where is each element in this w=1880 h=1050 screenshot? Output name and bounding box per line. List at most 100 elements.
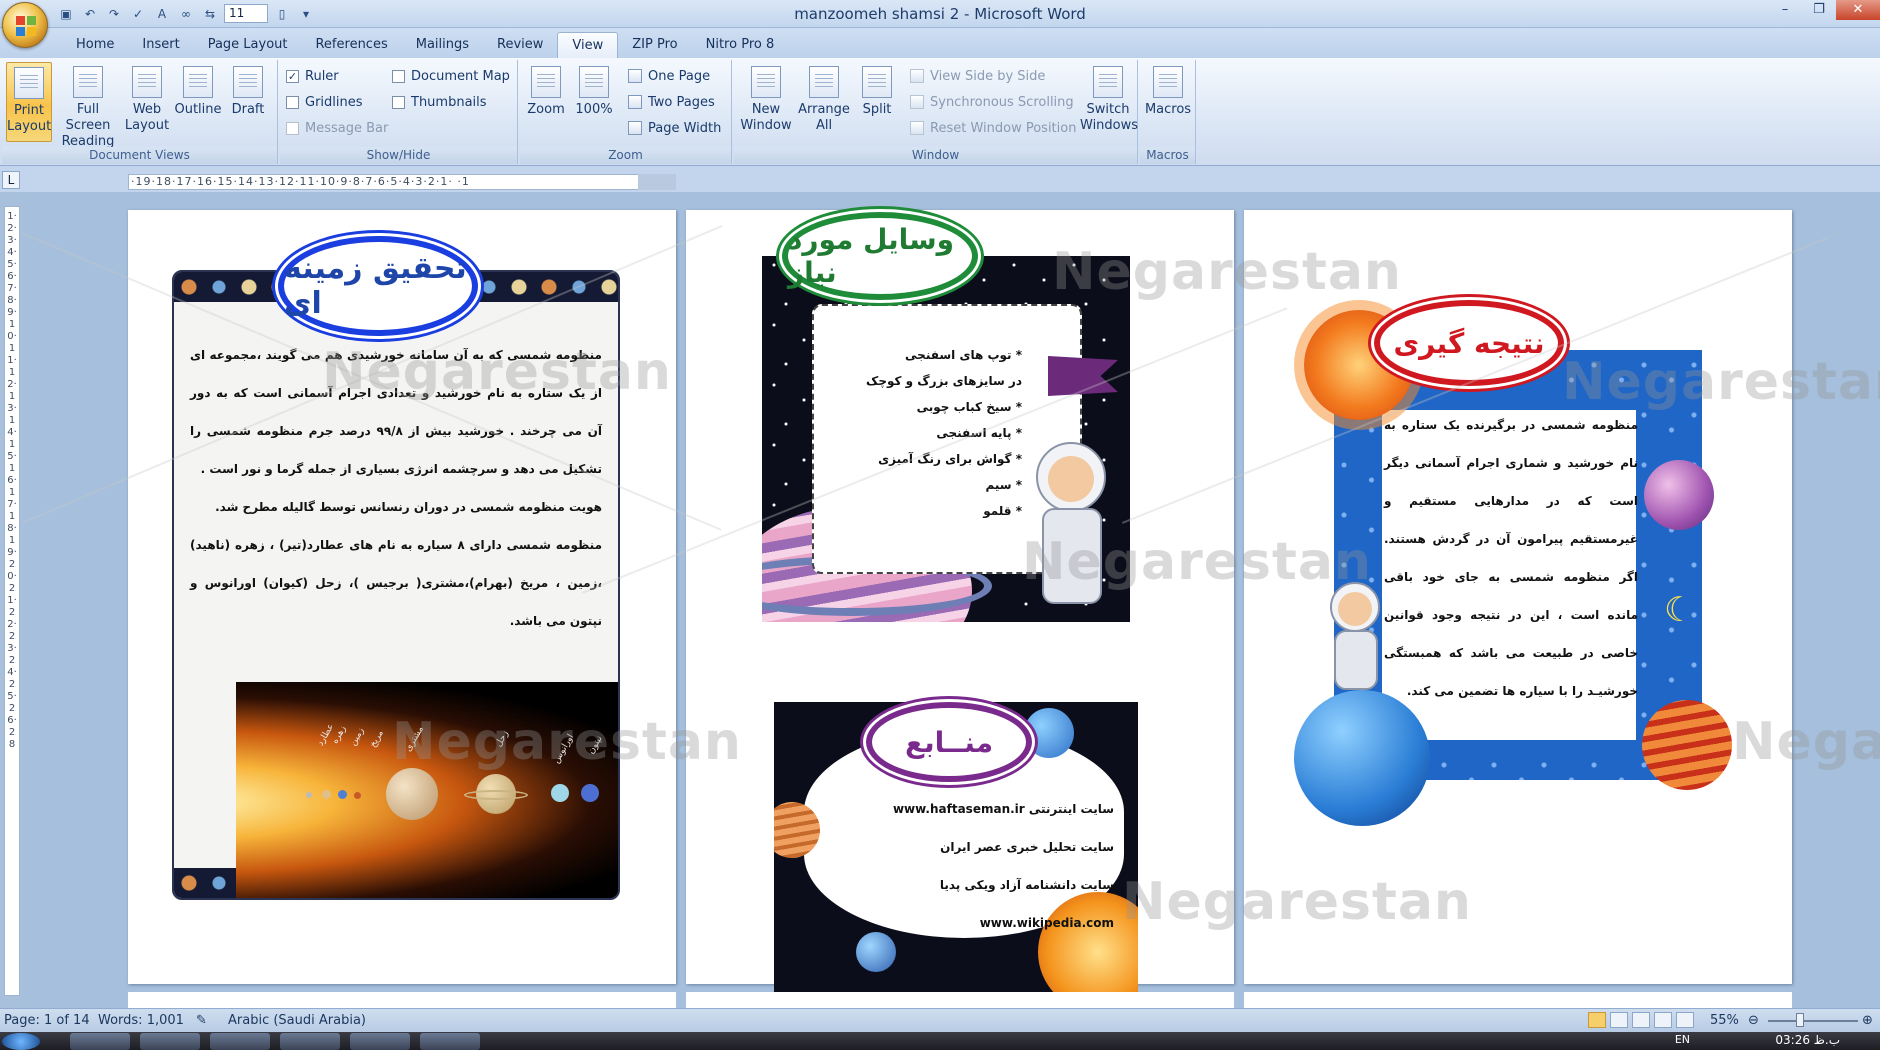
gridlines-label: Gridlines: [305, 94, 363, 110]
reference-item: سایت اینترنتی www.haftaseman.ir: [892, 802, 1114, 816]
gridlines-checkbox[interactable]: Gridlines: [286, 92, 363, 112]
full-screen-reading-button[interactable]: Full Screen Reading: [56, 62, 120, 149]
switch-windows-button[interactable]: Switch Windows: [1080, 62, 1139, 142]
view-side-by-side-button[interactable]: View Side by Side: [910, 66, 1045, 86]
document-area[interactable]: عطارد زهره زمین مریخ مشتری زحل اورانوس ن…: [22, 192, 1880, 1008]
print-layout-icon: [14, 67, 44, 99]
astronaut-body: [1042, 508, 1102, 604]
taskbar-item[interactable]: [70, 1033, 130, 1050]
tab-home[interactable]: Home: [62, 32, 128, 58]
draft-button[interactable]: Draft: [226, 62, 270, 142]
document-map-check-icon: [392, 69, 405, 83]
taskbar-item[interactable]: [350, 1033, 410, 1050]
office-logo-icon: [16, 16, 36, 36]
draft-label: Draft: [231, 102, 265, 117]
print-layout-button[interactable]: Print Layout: [6, 62, 52, 142]
uranus-planet: [551, 784, 569, 802]
zoom-level[interactable]: 55%: [1710, 1013, 1739, 1028]
tab-page-layout[interactable]: Page Layout: [194, 32, 302, 58]
new-window-button[interactable]: New Window: [738, 62, 794, 142]
tools-list-item: * سیم: [985, 478, 1022, 492]
ruler-checkbox[interactable]: ✓ Ruler: [286, 66, 339, 86]
horizontal-ruler[interactable]: ·19·18·17·16·15·14·13·12·11·10·9·8·7·6·5…: [128, 174, 676, 190]
references-heading: منــابع: [866, 702, 1032, 782]
zoom-slider[interactable]: [1768, 1020, 1858, 1022]
taskbar-item[interactable]: [420, 1033, 480, 1050]
tab-stop-selector[interactable]: L: [2, 171, 20, 189]
page-3[interactable]: ☾ نتیجه گیری منظومه شمسی در برگیرنده یک …: [1244, 210, 1792, 984]
switch-windows-label: Switch Windows: [1080, 102, 1139, 133]
macros-icon: [1153, 66, 1183, 98]
outline-view-icon[interactable]: [1654, 1012, 1672, 1028]
tab-zip-pro[interactable]: ZIP Pro: [618, 32, 691, 58]
message-bar-checkbox[interactable]: Message Bar: [286, 118, 388, 138]
two-pages-button[interactable]: Two Pages: [628, 92, 715, 112]
zoom-button[interactable]: Zoom: [524, 62, 568, 142]
word-count[interactable]: Words: 1,001: [98, 1013, 184, 1028]
vertical-ruler[interactable]: 1·2·3·4·5·6·7·8·9·10·11·12·13·14·15·16·1…: [4, 206, 20, 996]
close-icon[interactable]: ✕: [1836, 0, 1880, 20]
message-bar-label: Message Bar: [305, 120, 389, 136]
one-page-button[interactable]: One Page: [628, 66, 710, 86]
group-zoom: Zoom 100% One Page Two Pages Page Width …: [520, 60, 732, 164]
tab-view[interactable]: View: [557, 32, 619, 58]
print-layout-view-icon[interactable]: [1588, 1012, 1606, 1028]
astronaut-body: [1334, 630, 1378, 690]
tab-insert[interactable]: Insert: [128, 32, 193, 58]
mars-planet: [354, 792, 361, 799]
split-icon: [862, 66, 892, 98]
page-2[interactable]: وسایل مورد نیاز * توپ های اسفنجی در سایز…: [686, 210, 1234, 992]
start-button[interactable]: [2, 1033, 40, 1050]
maximize-icon[interactable]: ❐: [1802, 0, 1836, 20]
mercury-planet: [306, 792, 312, 798]
minimize-icon[interactable]: –: [1768, 0, 1802, 20]
macros-button[interactable]: Macros: [1144, 62, 1192, 142]
page-count[interactable]: Page: 1 of 14: [4, 1013, 90, 1028]
web-layout-label: Web Layout: [124, 102, 170, 133]
group-window: New Window Arrange All Split View Side b…: [734, 60, 1138, 164]
taskbar-item[interactable]: [140, 1033, 200, 1050]
zoom-out-icon[interactable]: ⊖: [1748, 1013, 1759, 1028]
input-language[interactable]: EN: [1675, 1033, 1690, 1046]
one-page-label: One Page: [648, 68, 711, 84]
tab-review[interactable]: Review: [483, 32, 557, 58]
split-button[interactable]: Split: [854, 62, 900, 142]
office-button[interactable]: [2, 2, 48, 48]
page-width-button[interactable]: Page Width: [628, 118, 721, 138]
taskbar-item-word[interactable]: [280, 1033, 340, 1050]
arrange-all-button[interactable]: Arrange All: [796, 62, 852, 142]
planet-label: نپتون: [586, 734, 605, 756]
document-map-checkbox[interactable]: Document Map: [392, 66, 510, 86]
thumbnails-check-icon: [392, 95, 405, 109]
web-layout-view-icon[interactable]: [1632, 1012, 1650, 1028]
outline-icon: [183, 66, 213, 98]
draft-view-icon[interactable]: [1676, 1012, 1694, 1028]
venus-planet: [322, 790, 331, 799]
reset-window-position-button[interactable]: Reset Window Position: [910, 118, 1076, 138]
page-1[interactable]: عطارد زهره زمین مریخ مشتری زحل اورانوس ن…: [128, 210, 676, 984]
full-screen-reading-label: Full Screen Reading: [61, 102, 115, 149]
full-screen-view-icon[interactable]: [1610, 1012, 1628, 1028]
print-layout-label: Print Layout: [7, 103, 52, 134]
thumbnails-checkbox[interactable]: Thumbnails: [392, 92, 487, 112]
language-indicator[interactable]: Arabic (Saudi Arabia): [228, 1013, 366, 1028]
group-label-document-views: Document Views: [2, 147, 277, 164]
tools-list-item: * سیخ کباب چوبی: [916, 400, 1022, 414]
thumbnails-label: Thumbnails: [411, 94, 487, 110]
planet-label: اورانوس: [551, 732, 577, 766]
outline-button[interactable]: Outline: [174, 62, 222, 142]
web-layout-button[interactable]: Web Layout: [124, 62, 170, 142]
synchronous-scrolling-button[interactable]: Synchronous Scrolling: [910, 92, 1074, 112]
zoom-in-icon[interactable]: ⊕: [1862, 1013, 1873, 1028]
zoom-100-button[interactable]: 100%: [572, 62, 616, 142]
taskbar-clock[interactable]: 03:26 ب.ظ: [1775, 1033, 1840, 1047]
planet-label: زمین: [348, 726, 367, 748]
tab-mailings[interactable]: Mailings: [402, 32, 483, 58]
tab-references[interactable]: References: [301, 32, 401, 58]
zoom-slider-thumb[interactable]: [1796, 1013, 1804, 1027]
conclusion-heading: نتیجه گیری: [1374, 300, 1564, 386]
proofing-icon[interactable]: ✎: [196, 1013, 207, 1028]
group-label-show-hide: Show/Hide: [280, 147, 517, 164]
tab-nitro-pro[interactable]: Nitro Pro 8: [692, 32, 789, 58]
taskbar-item[interactable]: [210, 1033, 270, 1050]
